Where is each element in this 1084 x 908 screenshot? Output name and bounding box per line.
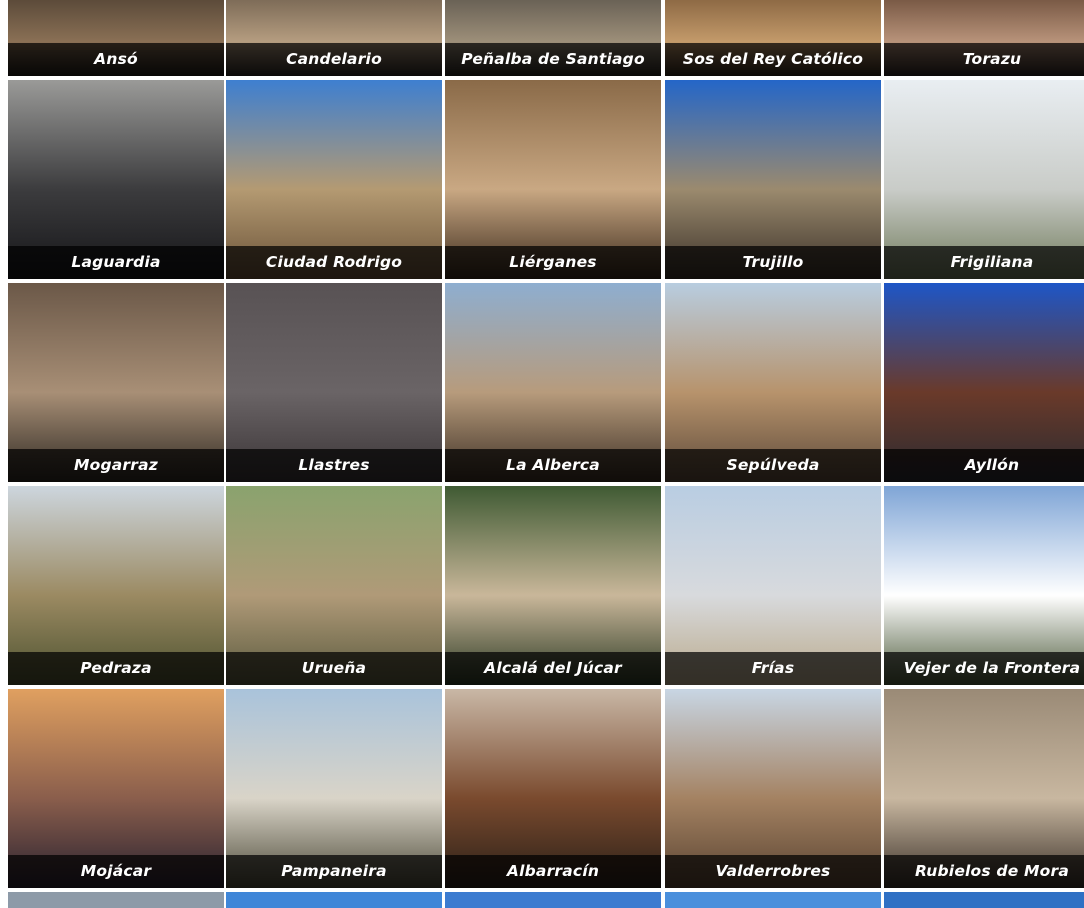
village-name: Pampaneira <box>226 855 442 888</box>
village-name: Torazu <box>884 43 1084 76</box>
village-name: Candelario <box>226 43 442 76</box>
village-name: Valderrobres <box>665 855 881 888</box>
village-tile[interactable]: Laguardia <box>8 80 224 279</box>
village-name: Pedraza <box>8 652 224 685</box>
village-name: Albarracín <box>445 855 661 888</box>
village-tile[interactable]: La Alberca <box>445 283 661 482</box>
village-name: Vejer de la Frontera <box>884 652 1084 685</box>
village-tile[interactable]: Llastres <box>226 283 442 482</box>
village-tile[interactable]: Alcalá del Júcar <box>445 486 661 685</box>
village-name: Frigiliana <box>884 246 1084 279</box>
next-row-tile-top[interactable] <box>884 892 1084 908</box>
village-name: Urueña <box>226 652 442 685</box>
village-tile[interactable]: Liérganes <box>445 80 661 279</box>
next-row-tile-top[interactable] <box>226 892 442 908</box>
village-tile[interactable]: Pampaneira <box>226 689 442 888</box>
village-name: Mogarraz <box>8 449 224 482</box>
village-name: Llastres <box>226 449 442 482</box>
village-name: Sos del Rey Católico <box>665 43 881 76</box>
village-tile[interactable]: Rubielos de Mora <box>884 689 1084 888</box>
village-name: Ciudad Rodrigo <box>226 246 442 279</box>
village-tile[interactable]: Vejer de la Frontera <box>884 486 1084 685</box>
village-tile[interactable]: Urueña <box>226 486 442 685</box>
village-tile[interactable]: Candelario <box>226 0 442 76</box>
village-tile[interactable]: Mogarraz <box>8 283 224 482</box>
village-name: Trujillo <box>665 246 881 279</box>
village-tile[interactable]: Trujillo <box>665 80 881 279</box>
village-tile[interactable]: Frías <box>665 486 881 685</box>
village-name: Liérganes <box>445 246 661 279</box>
village-tile[interactable]: Frigiliana <box>884 80 1084 279</box>
next-row-tile-top[interactable] <box>445 892 661 908</box>
village-tile[interactable]: Sepúlveda <box>665 283 881 482</box>
village-tile[interactable]: Ayllón <box>884 283 1084 482</box>
village-name: Mojácar <box>8 855 224 888</box>
village-tile[interactable]: Sos del Rey Católico <box>665 0 881 76</box>
village-name: Peñalba de Santiago <box>445 43 661 76</box>
village-tile[interactable]: Albarracín <box>445 689 661 888</box>
village-name: Ansó <box>8 43 224 76</box>
village-tile[interactable]: Pedraza <box>8 486 224 685</box>
village-name: Sepúlveda <box>665 449 881 482</box>
village-name: La Alberca <box>445 449 661 482</box>
next-row-tile-top[interactable] <box>665 892 881 908</box>
village-name: Rubielos de Mora <box>884 855 1084 888</box>
village-name: Ayllón <box>884 449 1084 482</box>
village-tile[interactable]: Torazu <box>884 0 1084 76</box>
village-tile[interactable]: Valderrobres <box>665 689 881 888</box>
village-name: Laguardia <box>8 246 224 279</box>
village-tile[interactable]: Ansó <box>8 0 224 76</box>
village-tile[interactable]: Mojácar <box>8 689 224 888</box>
village-name: Alcalá del Júcar <box>445 652 661 685</box>
village-name: Frías <box>665 652 881 685</box>
next-row-tile-top[interactable] <box>8 892 224 908</box>
village-tile[interactable]: Peñalba de Santiago <box>445 0 661 76</box>
village-tile[interactable]: Ciudad Rodrigo <box>226 80 442 279</box>
